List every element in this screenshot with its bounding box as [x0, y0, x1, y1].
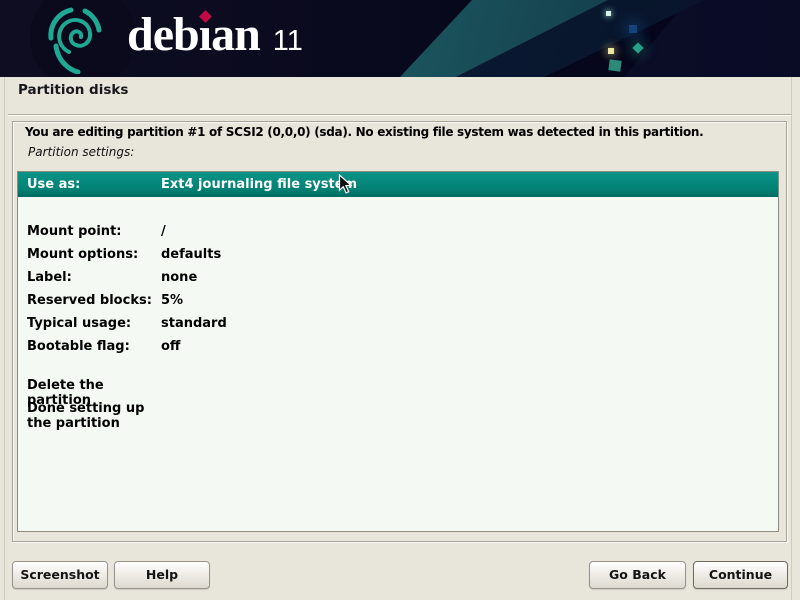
list-item-value: none [161, 270, 197, 285]
brand-wordmark: debıan 11 [127, 9, 303, 62]
content-frame: You are editing partition #1 of SCSI2 (0… [12, 121, 787, 542]
list-item-value: 5% [161, 293, 183, 308]
partition-settings-label: Partition settings: [28, 145, 134, 159]
list-item[interactable]: Bootable flag:off [18, 335, 778, 358]
list-item-label: Label: [27, 270, 161, 285]
list-item-label: Done setting up the partition [27, 401, 161, 431]
banner-sparkle [608, 48, 614, 54]
banner-sparkle [608, 59, 621, 72]
list-item-label: Mount options: [27, 247, 161, 262]
go-back-button[interactable]: Go Back [589, 561, 686, 589]
brand-version: 11 [273, 25, 303, 58]
banner-sparkle [632, 42, 643, 53]
info-text: You are editing partition #1 of SCSI2 (0… [25, 125, 703, 139]
settings-list[interactable]: Use as:Ext4 journaling file system Mount … [17, 171, 779, 532]
list-spacer [18, 197, 778, 220]
list-item-value: defaults [161, 247, 221, 262]
help-button[interactable]: Help [114, 561, 210, 589]
list-item-label: Reserved blocks: [27, 293, 161, 308]
list-item[interactable]: Mount options:defaults [18, 243, 778, 266]
list-item[interactable]: Reserved blocks:5% [18, 289, 778, 312]
screenshot-button[interactable]: Screenshot [12, 561, 108, 589]
debian-swirl-logo [44, 6, 110, 74]
brand-dot [199, 10, 212, 23]
banner-sparkle [606, 11, 611, 16]
installer-window: debıan 11 Partition disks You are editin… [0, 0, 800, 600]
window-edge-right [791, 77, 792, 600]
page-title: Partition disks [18, 82, 128, 98]
banner-sparkle [629, 25, 637, 33]
list-item-value: off [161, 339, 180, 354]
continue-button[interactable]: Continue [693, 561, 788, 589]
header-separator [8, 114, 792, 116]
list-item-value: standard [161, 316, 227, 331]
banner: debıan 11 [0, 0, 800, 77]
brand-text: debıan [127, 9, 260, 62]
list-item[interactable]: Use as:Ext4 journaling file system [18, 172, 778, 197]
list-item-value: / [161, 224, 166, 239]
list-item[interactable]: Typical usage:standard [18, 312, 778, 335]
list-item[interactable]: Mount point:/ [18, 220, 778, 243]
list-item-label: Mount point: [27, 224, 161, 239]
window-edge-left [4, 77, 5, 600]
list-item-label: Use as: [27, 177, 161, 192]
list-item-label: Bootable flag: [27, 339, 161, 354]
list-item[interactable]: Done setting up the partition [18, 404, 778, 427]
list-item-label: Typical usage: [27, 316, 161, 331]
list-item[interactable]: Label:none [18, 266, 778, 289]
list-item-value: Ext4 journaling file system [161, 177, 357, 192]
